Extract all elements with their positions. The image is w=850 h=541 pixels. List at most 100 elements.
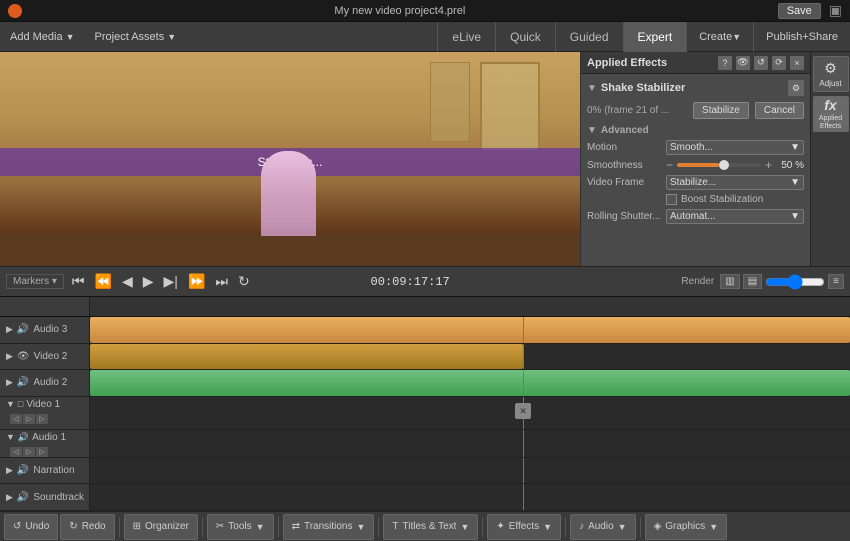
track-content-soundtrack[interactable]	[90, 484, 850, 510]
track-speaker-audio2[interactable]: 🔊	[17, 377, 29, 388]
smoothness-row: Smoothness − + 50 %	[587, 159, 804, 171]
track-speaker-audio3[interactable]: 🔊	[17, 324, 29, 335]
titles-text-button[interactable]: T Titles & Text ▼	[383, 514, 478, 540]
render-ctrl-1[interactable]: ▥	[720, 274, 739, 289]
applied-effects-button[interactable]: fx Applied Effects	[813, 96, 849, 132]
organizer-button[interactable]: ⊞ Organizer	[124, 514, 198, 540]
save-button[interactable]: Save	[778, 3, 821, 19]
track-expand-audio2[interactable]: ▶	[6, 377, 13, 388]
track-content-audio3[interactable]	[90, 317, 850, 343]
timeline-ruler: 06:06:59:13 00:07:29:13 00:07:59:12 00:0…	[0, 297, 850, 317]
titles-icon: T	[392, 521, 398, 532]
window-controls: ▣	[829, 2, 842, 19]
tab-elive[interactable]: eLive	[437, 22, 495, 52]
audio1-mini-btn-2[interactable]: ▷	[23, 447, 35, 457]
track-speaker-soundtrack[interactable]: 🔊	[17, 492, 29, 503]
render-ctrl-2[interactable]: ▤	[743, 274, 762, 289]
track-content-video2[interactable]	[90, 344, 850, 370]
track-content-audio2[interactable]	[90, 370, 850, 396]
track-eye-video2[interactable]: 👁	[17, 351, 30, 362]
track-eye-video1[interactable]: □	[18, 399, 23, 409]
top-bar-right: Save ▣	[778, 2, 842, 19]
tab-quick[interactable]: Quick	[495, 22, 555, 52]
cancel-button[interactable]: Cancel	[755, 102, 804, 119]
graphics-button[interactable]: ◈ Graphics ▼	[645, 514, 728, 540]
video1-end-marker: ✕	[515, 403, 531, 419]
video1-mini-btn-3[interactable]: ▷	[36, 414, 48, 424]
transport-play[interactable]: ▶	[141, 273, 156, 290]
track-content-narration[interactable]	[90, 458, 850, 484]
advanced-collapse-arrow[interactable]: ▼	[587, 125, 597, 136]
track-content-video1[interactable]: ✕	[90, 397, 850, 429]
render-slider[interactable]	[765, 274, 825, 290]
undo-redo-group: ↺ Undo ↻ Redo	[4, 514, 115, 540]
undo-button[interactable]: ↺ Undo	[4, 514, 58, 540]
effects-button[interactable]: ✦ Effects ▼	[487, 514, 561, 540]
panel-refresh-button[interactable]: ⟳	[772, 56, 786, 70]
render-menu[interactable]: ≡	[828, 274, 844, 289]
motion-label: Motion	[587, 142, 662, 153]
create-button[interactable]: Create ▼	[686, 22, 753, 52]
transport-next[interactable]: ⏩	[186, 273, 207, 290]
bed-area	[0, 236, 580, 266]
track-expand-video1[interactable]: ▼	[6, 399, 15, 409]
add-media-button[interactable]: Add Media▼	[0, 22, 85, 52]
panel-reset-button[interactable]: ↺	[754, 56, 768, 70]
project-assets-button[interactable]: Project Assets▼	[85, 22, 187, 52]
transport-to-start[interactable]: ⏮	[70, 273, 87, 290]
smoothness-minus[interactable]: −	[666, 159, 673, 171]
collapse-arrow[interactable]: ▼	[587, 83, 597, 94]
tools-button[interactable]: ✂ Tools ▼	[207, 514, 274, 540]
transport-prev-frame[interactable]: ⏪	[93, 273, 114, 290]
audio1-mini-btn-1[interactable]: ◁	[10, 447, 22, 457]
motion-dropdown-arrow: ▼	[790, 142, 800, 153]
track-label-soundtrack: ▶ 🔊 Soundtrack	[0, 484, 90, 510]
transitions-button[interactable]: ⇄ Transitions ▼	[283, 514, 375, 540]
track-expand-video2[interactable]: ▶	[6, 351, 13, 362]
markers-button[interactable]: Markers ▾	[6, 274, 64, 289]
track-expand-narration[interactable]: ▶	[6, 465, 13, 476]
video1-mini-btn-1[interactable]: ◁	[10, 414, 22, 424]
divider-6	[565, 517, 566, 537]
smoothness-plus[interactable]: +	[765, 159, 772, 171]
audio1-mini-btn-3[interactable]: ▷	[36, 447, 48, 457]
transport-loop[interactable]: ↻	[236, 273, 252, 290]
panel-info-button[interactable]: ?	[718, 56, 732, 70]
track-speaker-audio1[interactable]: 🔊	[18, 432, 29, 443]
tab-guided[interactable]: Guided	[555, 22, 623, 52]
transport-to-end[interactable]: ⏭	[213, 273, 230, 290]
video2-clip	[90, 344, 523, 370]
smoothness-slider[interactable]	[677, 163, 761, 167]
divider-1	[119, 517, 120, 537]
track-expand-audio3[interactable]: ▶	[6, 324, 13, 335]
track-name-audio3: Audio 3	[33, 324, 67, 335]
effect-settings-button[interactable]: ⚙	[788, 80, 804, 96]
publish-button[interactable]: Publish+Share	[753, 22, 850, 52]
panel-eye-button[interactable]: 👁	[736, 56, 750, 70]
transport-step-fwd[interactable]: ▶|	[162, 273, 180, 290]
video1-mini-btn-2[interactable]: ▷	[23, 414, 35, 424]
boost-checkbox[interactable]	[666, 194, 677, 205]
audio-button[interactable]: ♪ Audio ▼	[570, 514, 636, 540]
audio2-clip	[90, 370, 850, 396]
right-sidebar: ⚙ Adjust fx Applied Effects	[810, 52, 850, 266]
redo-button[interactable]: ↻ Redo	[60, 514, 114, 540]
track-expand-audio1[interactable]: ▼	[6, 432, 15, 442]
rolling-shutter-dropdown[interactable]: Automat... ▼	[666, 209, 804, 224]
effects-arrow: ▼	[543, 522, 552, 532]
motion-dropdown[interactable]: Smooth... ▼	[666, 140, 804, 155]
transport-step-back[interactable]: ◀	[120, 273, 135, 290]
track-label-audio1: ▼ 🔊 Audio 1 ◁ ▷ ▷	[0, 430, 90, 457]
timeline: 06:06:59:13 00:07:29:13 00:07:59:12 00:0…	[0, 296, 850, 511]
track-speaker-narration[interactable]: 🔊	[17, 465, 29, 476]
panel-close-button[interactable]: ×	[790, 56, 804, 70]
effects-icon: ✦	[496, 521, 504, 532]
stabilize-button[interactable]: Stabilize	[693, 102, 749, 119]
adjust-button[interactable]: ⚙ Adjust	[813, 56, 849, 92]
track-expand-soundtrack[interactable]: ▶	[6, 492, 13, 503]
tab-expert[interactable]: Expert	[623, 22, 687, 52]
video-frame-row: Video Frame Stabilize... ▼	[587, 175, 804, 190]
effects-panel-controls: ? 👁 ↺ ⟳ ×	[718, 56, 804, 70]
track-content-audio1[interactable]	[90, 430, 850, 457]
video-frame-dropdown[interactable]: Stabilize... ▼	[666, 175, 804, 190]
